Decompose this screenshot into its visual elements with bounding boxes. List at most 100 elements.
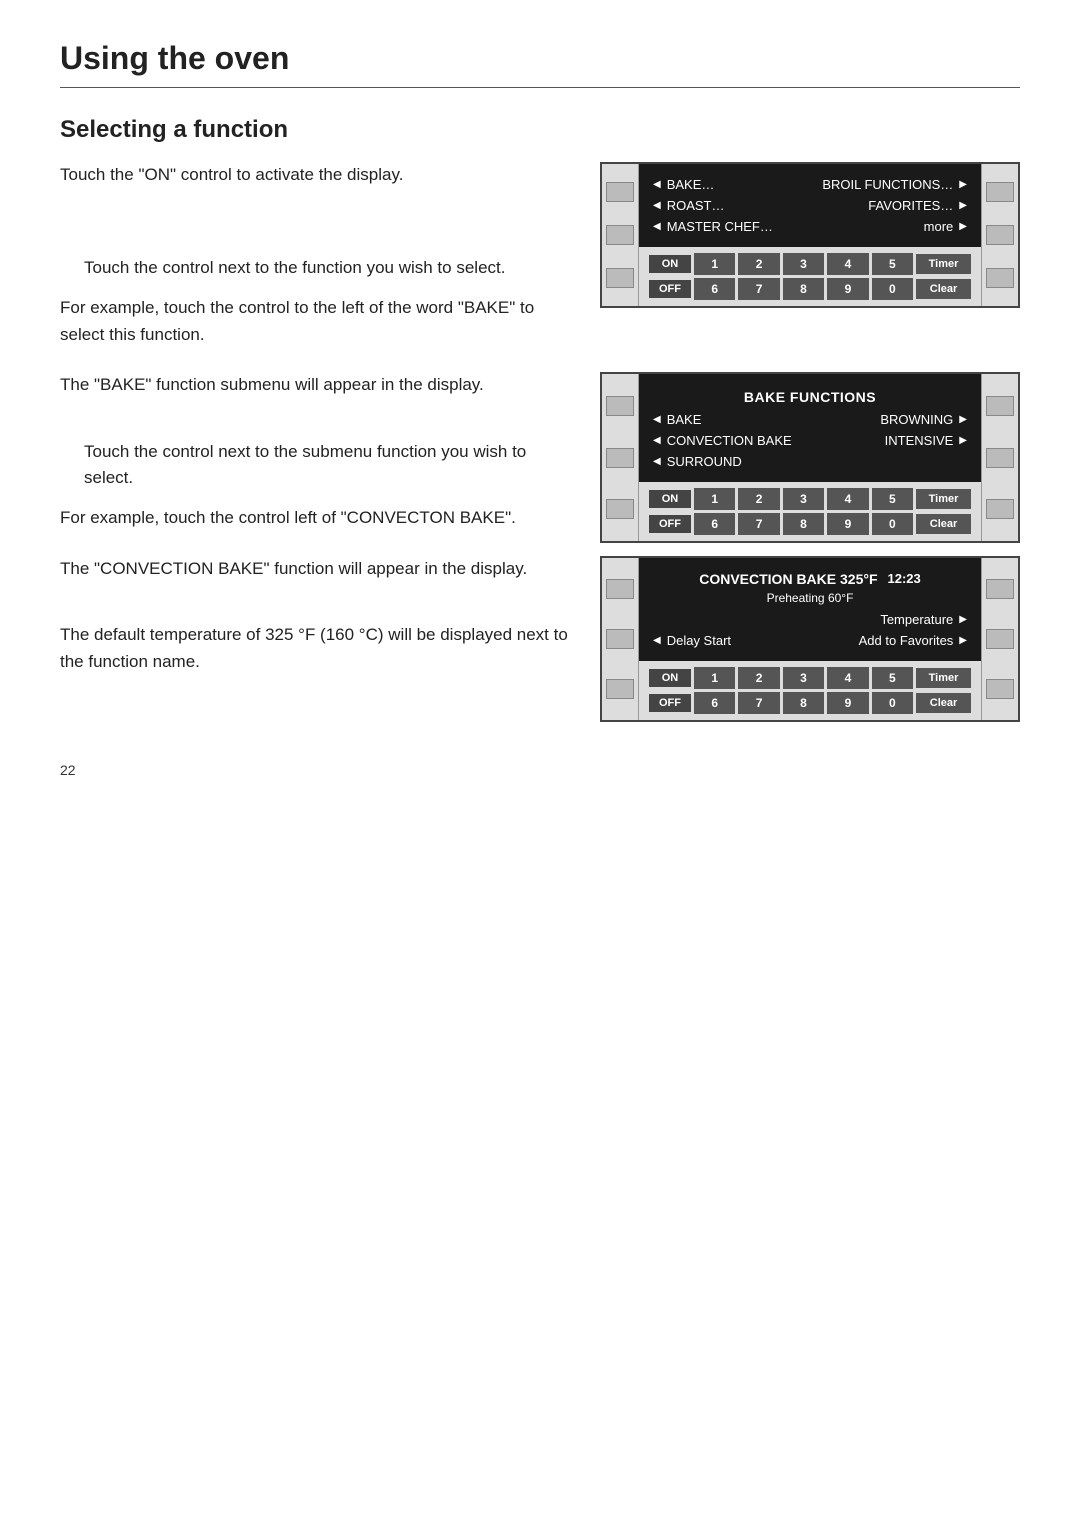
side-btn2-left-3[interactable] — [606, 499, 634, 519]
section-2-text: The "BAKE" function submenu will appear … — [60, 372, 570, 546]
btn-1-7[interactable]: 7 — [738, 278, 779, 300]
side-btn-right-1[interactable] — [986, 182, 1014, 202]
btn-1-1[interactable]: 1 — [694, 253, 735, 275]
screen-row-1-1: BAKE… BROIL FUNCTIONS… — [653, 174, 967, 195]
screen-bake2-label: BAKE — [653, 412, 701, 427]
btn-2-1[interactable]: 1 — [694, 488, 735, 510]
btn-1-8[interactable]: 8 — [783, 278, 824, 300]
btn-2-7[interactable]: 7 — [738, 513, 779, 535]
oven-panel-2: BAKE FUNCTIONS BAKE BROWNING CONVECTION … — [600, 372, 1020, 543]
side-buttons-right-2 — [981, 374, 1018, 541]
btn-1-5[interactable]: 5 — [872, 253, 913, 275]
screen-broil-label: BROIL FUNCTIONS… — [822, 177, 967, 192]
para-1-2: Touch the control next to the function y… — [60, 255, 570, 281]
btn-2-2[interactable]: 2 — [738, 488, 779, 510]
btn-on-1[interactable]: ON — [649, 255, 691, 273]
oven-buttons-1: ON 1 2 3 4 5 Timer OFF 6 7 8 9 0 — [639, 247, 981, 306]
side-btn2-left-1[interactable] — [606, 396, 634, 416]
btn-row-2-bottom: OFF 6 7 8 9 0 Clear — [649, 513, 971, 535]
btn-clear-2[interactable]: Clear — [916, 514, 971, 534]
btn-2-6[interactable]: 6 — [694, 513, 735, 535]
side-btn-left-2[interactable] — [606, 225, 634, 245]
panel-inner-3: CONVECTION BAKE 325°F 12:23 Preheating 6… — [639, 558, 981, 720]
oven-screen-3: CONVECTION BAKE 325°F 12:23 Preheating 6… — [639, 558, 981, 661]
section-3-text: The "CONVECTION BAKE" function will appe… — [60, 556, 570, 689]
screen-row-3-2: Temperature — [653, 609, 967, 630]
btn-1-6[interactable]: 6 — [694, 278, 735, 300]
screen-row-2-3: SURROUND — [653, 451, 967, 472]
btn-3-9[interactable]: 9 — [827, 692, 868, 714]
oven-panel-3: CONVECTION BAKE 325°F 12:23 Preheating 6… — [600, 556, 1020, 722]
btn-3-7[interactable]: 7 — [738, 692, 779, 714]
side-buttons-right-3 — [981, 558, 1018, 720]
screen-row-2-2: CONVECTION BAKE INTENSIVE — [653, 430, 967, 451]
side-buttons-right-1 — [981, 164, 1018, 306]
side-btn2-left-2[interactable] — [606, 448, 634, 468]
side-btn3-right-2[interactable] — [986, 629, 1014, 649]
screen-more-label: more — [924, 219, 967, 234]
screen-row-3-title: CONVECTION BAKE 325°F 12:23 — [653, 568, 967, 590]
side-btn-right-3[interactable] — [986, 268, 1014, 288]
btn-clear-1[interactable]: Clear — [916, 279, 971, 299]
btn-2-9[interactable]: 9 — [827, 513, 868, 535]
btn-2-5[interactable]: 5 — [872, 488, 913, 510]
btn-timer-2[interactable]: Timer — [916, 489, 971, 509]
btn-3-3[interactable]: 3 — [783, 667, 824, 689]
btn-2-3[interactable]: 3 — [783, 488, 824, 510]
btn-off-3[interactable]: OFF — [649, 694, 691, 712]
btn-off-1[interactable]: OFF — [649, 280, 691, 298]
side-btn3-left-1[interactable] — [606, 579, 634, 599]
oven-buttons-3: ON 1 2 3 4 5 Timer OFF 6 7 8 9 0 — [639, 661, 981, 720]
section-3: The "CONVECTION BAKE" function will appe… — [60, 556, 1020, 722]
side-btn-left-3[interactable] — [606, 268, 634, 288]
btn-3-2[interactable]: 2 — [738, 667, 779, 689]
screen-surround-label: SURROUND — [653, 454, 742, 469]
section-2: The "BAKE" function submenu will appear … — [60, 372, 1020, 546]
btn-3-4[interactable]: 4 — [827, 667, 868, 689]
btn-timer-1[interactable]: Timer — [916, 254, 971, 274]
side-btn3-left-3[interactable] — [606, 679, 634, 699]
oven-buttons-2: ON 1 2 3 4 5 Timer OFF 6 7 8 9 0 — [639, 482, 981, 541]
btn-3-6[interactable]: 6 — [694, 692, 735, 714]
btn-on-2[interactable]: ON — [649, 490, 691, 508]
btn-3-5[interactable]: 5 — [872, 667, 913, 689]
screen-convbake-title: CONVECTION BAKE 325°F — [699, 571, 877, 587]
section-1: Touch the "ON" control to activate the d… — [60, 162, 1020, 362]
screen-favorites-label: FAVORITES… — [868, 198, 967, 213]
screen-intensive-label: INTENSIVE — [885, 433, 967, 448]
para-3-1: The "CONVECTION BAKE" function will appe… — [60, 556, 570, 582]
btn-row-3-top: ON 1 2 3 4 5 Timer — [649, 667, 971, 689]
side-btn2-right-1[interactable] — [986, 396, 1014, 416]
btn-clear-3[interactable]: Clear — [916, 693, 971, 713]
btn-timer-3[interactable]: Timer — [916, 668, 971, 688]
btn-3-8[interactable]: 8 — [783, 692, 824, 714]
section-2-display: BAKE FUNCTIONS BAKE BROWNING CONVECTION … — [600, 372, 1020, 543]
oven-panel-1: BAKE… BROIL FUNCTIONS… ROAST… FAVORITES…… — [600, 162, 1020, 308]
side-btn2-right-3[interactable] — [986, 499, 1014, 519]
btn-2-8[interactable]: 8 — [783, 513, 824, 535]
side-btn-left-1[interactable] — [606, 182, 634, 202]
btn-2-0[interactable]: 0 — [872, 513, 913, 535]
btn-off-2[interactable]: OFF — [649, 515, 691, 533]
side-buttons-left-1 — [602, 164, 639, 306]
btn-row-1-top: ON 1 2 3 4 5 Timer — [649, 253, 971, 275]
side-btn-right-2[interactable] — [986, 225, 1014, 245]
btn-3-0[interactable]: 0 — [872, 692, 913, 714]
side-buttons-left-2 — [602, 374, 639, 541]
para-2-1: The "BAKE" function submenu will appear … — [60, 372, 570, 398]
side-buttons-left-3 — [602, 558, 639, 720]
btn-1-3[interactable]: 3 — [783, 253, 824, 275]
side-btn3-right-3[interactable] — [986, 679, 1014, 699]
side-btn2-right-2[interactable] — [986, 448, 1014, 468]
side-btn3-left-2[interactable] — [606, 629, 634, 649]
oven-screen-1: BAKE… BROIL FUNCTIONS… ROAST… FAVORITES…… — [639, 164, 981, 247]
side-btn3-right-1[interactable] — [986, 579, 1014, 599]
btn-1-4[interactable]: 4 — [827, 253, 868, 275]
btn-1-9[interactable]: 9 — [827, 278, 868, 300]
btn-2-4[interactable]: 4 — [827, 488, 868, 510]
screen-convbake-label: CONVECTION BAKE — [653, 433, 792, 448]
btn-on-3[interactable]: ON — [649, 669, 691, 687]
btn-1-2[interactable]: 2 — [738, 253, 779, 275]
btn-3-1[interactable]: 1 — [694, 667, 735, 689]
btn-1-0[interactable]: 0 — [872, 278, 913, 300]
